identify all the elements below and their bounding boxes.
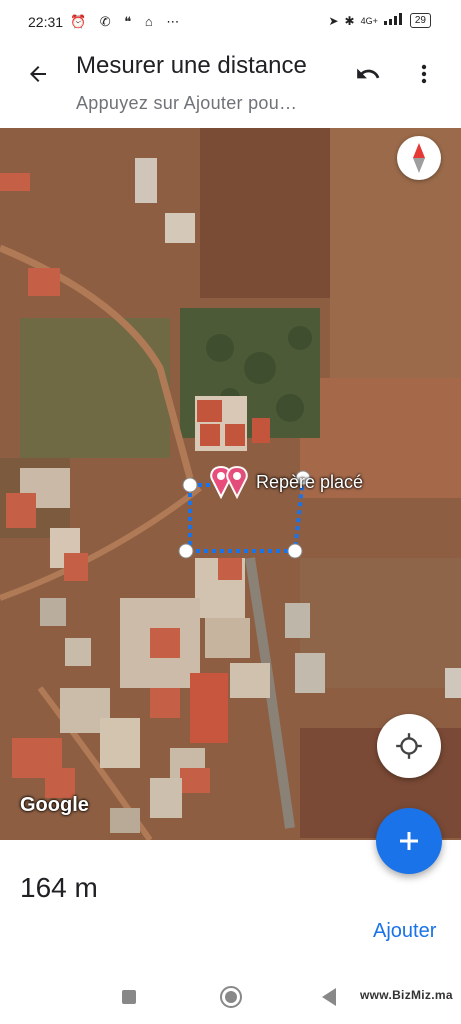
screen: 22:31 ⏰ ✆ ❝ ⌂ ⋯ ➤ ✱ 4G+ 29 Mesurer une d… <box>0 0 461 1024</box>
more-options-button[interactable] <box>406 56 442 92</box>
location-arrow-icon: ➤ <box>328 13 339 28</box>
undo-button[interactable] <box>350 56 386 92</box>
compass-button[interactable] <box>397 136 441 180</box>
undo-icon <box>357 68 380 79</box>
battery-icon: 29 <box>409 13 431 28</box>
status-time: 22:31 <box>28 14 64 30</box>
notification-icons: ⏰ ✆ ❝ ⌂ ⋯ <box>70 14 185 29</box>
placed-marker-icon[interactable] <box>207 465 253 499</box>
back-triangle-icon[interactable] <box>322 988 336 1006</box>
network-type: 4G+ <box>360 15 378 26</box>
my-location-button[interactable] <box>377 714 441 778</box>
add-link[interactable]: Ajouter <box>373 920 436 943</box>
home-icon[interactable] <box>220 986 242 1008</box>
satellite-map[interactable]: Repère placé Google <box>0 128 461 840</box>
bluetooth-icon: ✱ <box>344 13 355 28</box>
pin-label: Repère placé <box>256 472 364 492</box>
system-indicators: ➤ ✱ 4G+ 29 <box>328 13 431 28</box>
back-arrow-icon <box>30 66 46 82</box>
back-button[interactable] <box>20 56 56 92</box>
google-attribution: Google <box>20 794 89 816</box>
crosshair-icon <box>396 733 422 759</box>
add-point-button[interactable] <box>376 808 442 874</box>
app-bar: Mesurer une distance Appuyez sur Ajouter… <box>0 40 461 128</box>
status-bar: 22:31 ⏰ ✆ ❝ ⌂ ⋯ ➤ ✱ 4G+ 29 <box>0 0 461 40</box>
page-subtitle: Appuyez sur Ajouter pou… <box>76 93 298 113</box>
page-title: Mesurer une distance <box>76 52 307 79</box>
watermark: www.BizMiz.ma <box>360 988 453 1002</box>
recents-icon[interactable] <box>122 990 136 1004</box>
compass-icon <box>413 143 425 173</box>
signal-icon <box>383 13 404 28</box>
system-nav-bar: www.BizMiz.ma <box>0 968 461 1024</box>
distance-value: 164 m <box>20 872 98 903</box>
plus-icon <box>400 832 418 850</box>
more-vert-icon <box>421 64 427 84</box>
